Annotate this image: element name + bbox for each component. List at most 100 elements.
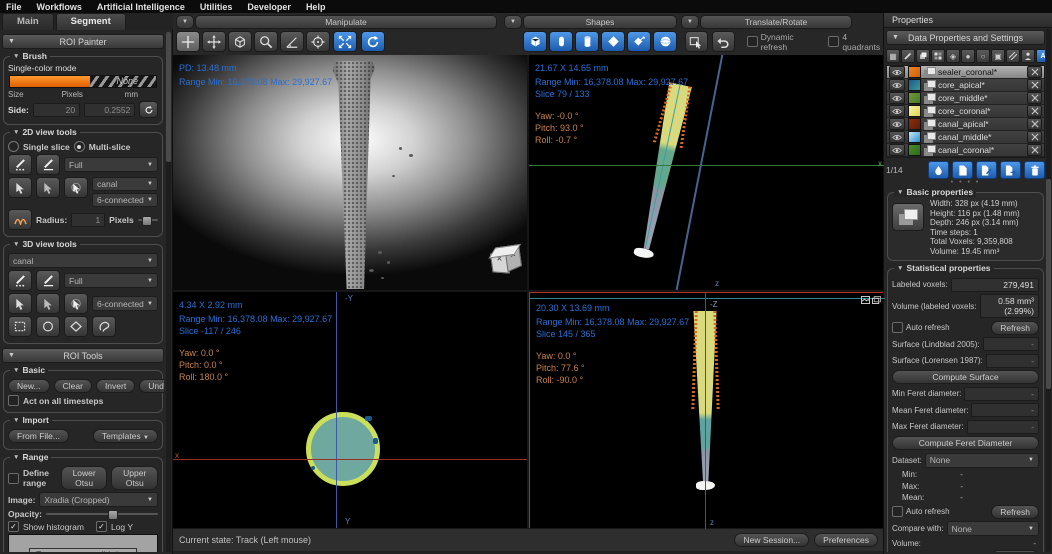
refresh-button-1[interactable]: Refresh xyxy=(991,320,1039,335)
visibility-eye-icon[interactable] xyxy=(889,66,905,78)
translate-group-header[interactable]: Translate/Rotate xyxy=(700,15,852,29)
manipulate-collapse-button[interactable]: ▼ xyxy=(176,15,194,29)
x-axis-line[interactable] xyxy=(529,165,884,166)
roi-export-toggle-icon[interactable] xyxy=(1027,118,1042,130)
shape-cylinder-button[interactable] xyxy=(575,31,599,52)
delete-roi-button[interactable] xyxy=(1024,161,1045,179)
erase-brush-button[interactable] xyxy=(36,154,60,175)
lasso-select-button[interactable] xyxy=(92,316,116,337)
diamond-select-button[interactable] xyxy=(64,316,88,337)
visibility-eye-icon[interactable] xyxy=(889,131,905,143)
roi-export-toggle-icon[interactable] xyxy=(1027,66,1042,78)
new-roi-button[interactable]: New... xyxy=(8,379,50,393)
connectivity-dropdown[interactable]: 6-connected ▼ xyxy=(92,193,158,207)
roi-color-swatch[interactable] xyxy=(908,79,921,91)
radius-tool-button[interactable] xyxy=(8,209,32,230)
roi-export-toggle-icon[interactable] xyxy=(1027,92,1042,104)
pen-filter-icon[interactable] xyxy=(901,49,915,63)
menu-item-utilities[interactable]: Utilities xyxy=(200,2,233,12)
y-axis-line[interactable] xyxy=(336,292,337,528)
roi-color-swatch[interactable] xyxy=(908,92,921,104)
menu-item-workflows[interactable]: Workflows xyxy=(37,2,82,12)
single-slice-radio[interactable] xyxy=(8,141,19,152)
roi-row[interactable]: sealer_coronal* xyxy=(887,66,1044,79)
roi-row[interactable]: core_coronal* xyxy=(887,105,1044,118)
refresh-button-2[interactable]: Refresh xyxy=(991,504,1039,519)
manipulate-group-header[interactable]: Manipulate xyxy=(195,15,497,29)
duplicate-roi-button[interactable] xyxy=(952,161,973,179)
undo-transform-button[interactable] xyxy=(711,31,735,52)
right-panel-scrollbar[interactable] xyxy=(1046,29,1051,552)
roi-export-toggle-icon[interactable] xyxy=(1027,131,1042,143)
visibility-eye-icon[interactable] xyxy=(889,92,905,104)
pick-region-button[interactable] xyxy=(64,177,88,198)
slider-handle[interactable] xyxy=(107,510,118,520)
new-session-button[interactable]: New Session... xyxy=(734,533,810,547)
roi-painter-header[interactable]: ▼ ROI Painter xyxy=(2,34,164,49)
upper-otsu-button[interactable]: Upper Otsu xyxy=(111,466,159,490)
roi-export-toggle-icon[interactable] xyxy=(1027,144,1042,156)
filter-all-button[interactable]: All xyxy=(1036,49,1045,63)
fill-mode-dropdown[interactable]: Full ▼ xyxy=(64,157,158,172)
show-histogram-checkbox[interactable]: ✓ xyxy=(8,521,19,532)
dataset-dropdown[interactable]: None ▼ xyxy=(924,452,1039,468)
tab-main[interactable]: Main xyxy=(2,13,54,30)
properties-tab[interactable]: Properties xyxy=(884,13,1052,28)
compute-feret-button[interactable]: Compute Feret Diameter xyxy=(892,436,1039,450)
side-pixels-field[interactable]: 20 xyxy=(32,102,81,117)
roi-color-swatch[interactable] xyxy=(908,66,921,78)
compute-surface-button[interactable]: Compute Surface xyxy=(892,370,1039,384)
extract-roi-button[interactable] xyxy=(928,161,949,179)
reset-view-button[interactable] xyxy=(361,31,385,52)
auto-refresh-checkbox-3[interactable] xyxy=(892,551,903,552)
invert-button[interactable]: Invert xyxy=(95,379,136,393)
mesh-filter-icon[interactable]: ◈ xyxy=(946,49,960,63)
preferences-button[interactable]: Preferences xyxy=(814,533,878,547)
translate-collapse-button[interactable]: ▼ xyxy=(681,15,699,29)
viewport-corner-icons[interactable] xyxy=(861,296,881,304)
roi-tools-header[interactable]: ▼ ROI Tools xyxy=(2,348,164,363)
angle-tool-button[interactable] xyxy=(280,31,304,52)
circle-select-button[interactable] xyxy=(36,316,60,337)
target-roi-dropdown[interactable]: canal ▼ xyxy=(92,177,158,191)
pick-region-3d-button[interactable] xyxy=(64,293,88,314)
crosshair-tool-button[interactable] xyxy=(176,31,200,52)
connectivity-3d-dropdown[interactable]: 6-connected ▼ xyxy=(92,296,158,311)
roi-row[interactable]: core_apical* xyxy=(887,79,1044,92)
templates-dropdown[interactable]: Templates ▼ xyxy=(92,429,158,443)
reset-side-button[interactable] xyxy=(139,101,158,118)
pick-3d-button[interactable] xyxy=(8,293,32,314)
dynamic-refresh-checkbox[interactable] xyxy=(746,36,758,47)
act-all-timesteps-checkbox[interactable] xyxy=(8,395,19,406)
data-properties-header[interactable]: ▼ Data Properties and Settings xyxy=(886,30,1045,45)
brush-color-gradient[interactable]: None xyxy=(9,75,157,88)
box-tool-button[interactable] xyxy=(228,31,252,52)
export-roi-button[interactable] xyxy=(1000,161,1021,179)
roi-row[interactable]: core_middle* xyxy=(887,92,1044,105)
ring-filter-icon[interactable]: ○ xyxy=(976,49,990,63)
visibility-eye-icon[interactable] xyxy=(889,144,905,156)
roi-color-swatch[interactable] xyxy=(908,118,921,130)
orientation-cube[interactable]: ✕ ✕ xyxy=(488,243,524,275)
sphere-filter-icon[interactable]: ● xyxy=(961,49,975,63)
visibility-eye-icon[interactable] xyxy=(889,118,905,130)
compare-with-dropdown[interactable]: None ▼ xyxy=(946,521,1039,536)
roi-row[interactable]: canal_coronal* xyxy=(887,144,1044,157)
clear-button[interactable]: Clear xyxy=(53,379,92,393)
zoom-tool-button[interactable] xyxy=(254,31,278,52)
move-tool-button[interactable] xyxy=(202,31,226,52)
paint-brush-3d-button[interactable] xyxy=(8,270,32,291)
view3d-roi-dropdown[interactable]: canal ▼ xyxy=(8,253,158,268)
auto-refresh-checkbox-1[interactable] xyxy=(892,322,903,333)
refresh-button-3[interactable]: Refresh xyxy=(991,550,1039,552)
pick-button[interactable] xyxy=(8,177,32,198)
translate-object-button[interactable] xyxy=(685,31,708,52)
multiroi-filter-icon[interactable] xyxy=(931,49,945,63)
roi-color-swatch[interactable] xyxy=(908,144,921,156)
auto-refresh-checkbox-2[interactable] xyxy=(892,506,903,517)
roi-row[interactable]: canal_apical* xyxy=(887,118,1044,131)
shapes-collapse-button[interactable]: ▼ xyxy=(504,15,522,29)
erase-brush-3d-button[interactable] xyxy=(36,270,60,291)
roi-row[interactable]: canal_middle* xyxy=(887,131,1044,144)
log-y-checkbox[interactable]: ✓ xyxy=(95,521,107,532)
